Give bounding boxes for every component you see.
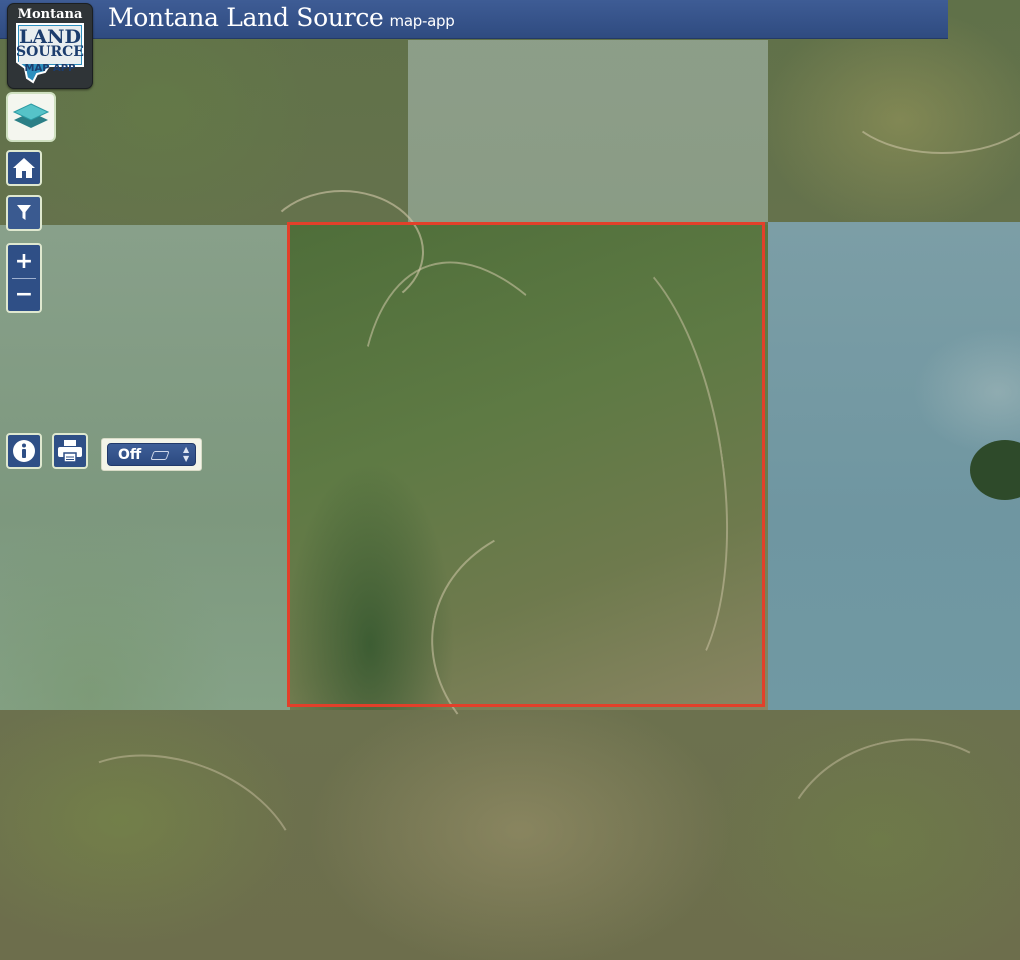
parcel-boundary — [287, 222, 765, 707]
home-icon — [13, 158, 35, 178]
filter-button[interactable] — [6, 195, 42, 231]
app-subtitle: map-app — [389, 12, 455, 30]
parcel-overlay-north — [408, 40, 768, 222]
layers-button[interactable] — [6, 92, 56, 142]
app-header: Montana Land Source map-app — [0, 0, 948, 39]
select-arrows-icon: ▲ ▼ — [183, 445, 190, 463]
logo-state-name: Montana — [17, 7, 83, 22]
toggle-value: Off — [118, 447, 142, 463]
zoom-control: + − — [6, 243, 42, 313]
info-button[interactable] — [6, 433, 42, 469]
dirt-road — [16, 720, 328, 960]
eraser-toggle-container: Off ▲ ▼ — [101, 438, 202, 471]
app-title: Montana Land Source map-app — [108, 3, 455, 32]
printer-icon — [58, 440, 82, 463]
layers-icon — [12, 103, 50, 128]
eraser-icon — [150, 451, 170, 460]
eraser-toggle-select[interactable]: Off ▲ ▼ — [107, 443, 196, 466]
filter-icon — [17, 205, 31, 220]
info-icon — [13, 440, 35, 462]
logo-map-app: MAP APP — [24, 63, 76, 74]
satellite-map[interactable] — [0, 0, 1020, 960]
dirt-road — [840, 40, 1020, 154]
logo-source: SOURCE — [16, 44, 84, 60]
app-title-text: Montana Land Source — [108, 3, 384, 32]
montana-land-source-logo[interactable]: Montana LAND SOURCE MAP APP — [7, 3, 93, 89]
print-button[interactable] — [52, 433, 88, 469]
zoom-in-button[interactable]: + — [8, 245, 40, 278]
dirt-road — [757, 711, 1020, 960]
home-button[interactable] — [6, 150, 42, 186]
zoom-out-button[interactable]: − — [8, 278, 40, 311]
